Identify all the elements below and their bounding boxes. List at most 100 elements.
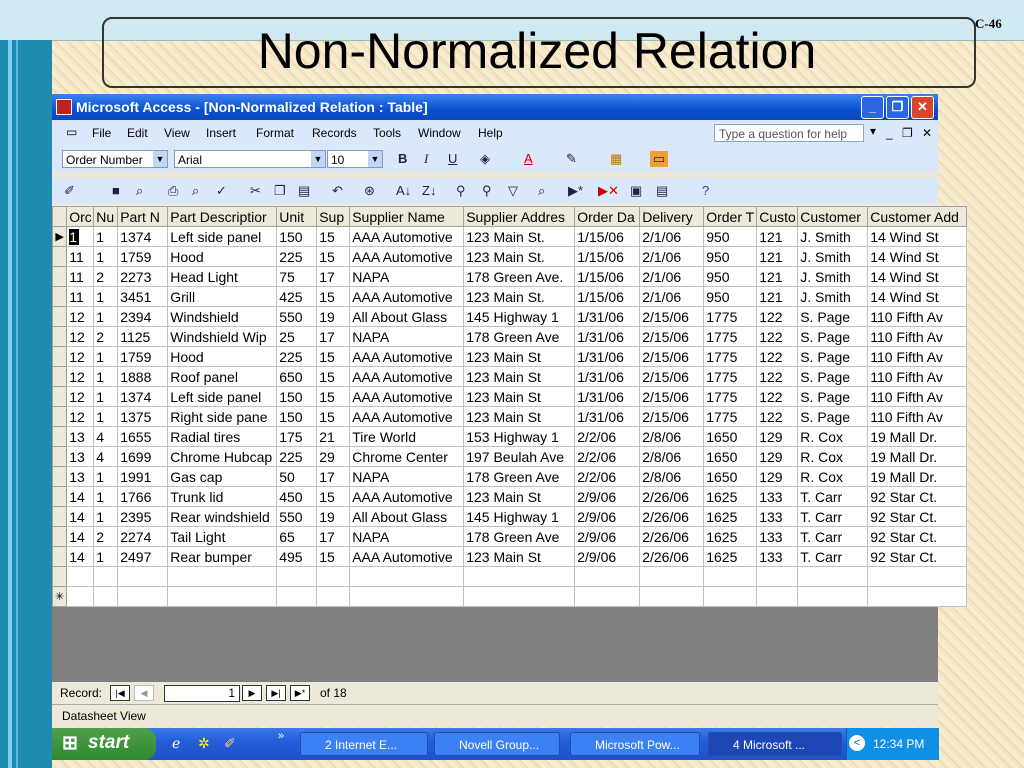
- column-header[interactable]: Supplier Addres: [463, 206, 576, 227]
- table-cell[interactable]: [93, 586, 119, 607]
- menu-edit[interactable]: Edit: [127, 126, 148, 140]
- table-cell[interactable]: Radial tires: [167, 426, 278, 447]
- table-cell[interactable]: 122: [756, 306, 799, 327]
- table-cell[interactable]: 123 Main St: [463, 546, 576, 567]
- table-cell[interactable]: [867, 566, 968, 587]
- table-cell[interactable]: [463, 586, 576, 607]
- table-cell[interactable]: 1: [93, 286, 119, 307]
- table-cell[interactable]: AAA Automotive: [349, 286, 465, 307]
- table-cell[interactable]: 15: [316, 406, 351, 427]
- table-cell[interactable]: AAA Automotive: [349, 246, 465, 267]
- table-cell[interactable]: 121: [756, 266, 799, 287]
- row-selector[interactable]: [51, 266, 68, 287]
- table-cell[interactable]: [349, 566, 465, 587]
- table-cell[interactable]: 1775: [703, 406, 758, 427]
- table-cell[interactable]: 2/2/06: [574, 466, 641, 487]
- table-cell[interactable]: 550: [276, 306, 318, 327]
- column-header[interactable]: Order Da: [574, 206, 641, 227]
- table-cell[interactable]: R. Cox: [797, 446, 869, 467]
- table-cell[interactable]: Head Light: [167, 266, 278, 287]
- table-cell[interactable]: 14 Wind St: [867, 286, 968, 307]
- table-cell[interactable]: R. Cox: [797, 426, 869, 447]
- table-cell[interactable]: 14: [66, 526, 95, 547]
- table-cell[interactable]: S. Page: [797, 386, 869, 407]
- table-cell[interactable]: 2497: [117, 546, 169, 567]
- table-row[interactable]: 14 1 2395 Rear windshield 550 19 All About Gla…: [51, 506, 968, 527]
- table-cell[interactable]: 2/9/06: [574, 506, 641, 527]
- table-cell[interactable]: 15: [316, 546, 351, 567]
- row-selector[interactable]: [51, 246, 68, 267]
- cut-icon[interactable]: ✂: [250, 183, 261, 199]
- table-cell[interactable]: 1655: [117, 426, 169, 447]
- new-record-nav-icon[interactable]: ▶*: [290, 685, 310, 701]
- menu-window[interactable]: Window: [418, 126, 461, 140]
- table-cell[interactable]: Rear bumper: [167, 546, 278, 567]
- table-cell[interactable]: 122: [756, 406, 799, 427]
- table-cell[interactable]: 12: [66, 366, 95, 387]
- table-cell[interactable]: 1650: [703, 426, 758, 447]
- table-cell[interactable]: 133: [756, 506, 799, 527]
- table-cell[interactable]: [93, 566, 119, 587]
- menu-view[interactable]: View: [164, 126, 190, 140]
- table-cell[interactable]: 121: [756, 226, 799, 247]
- table-cell[interactable]: 1766: [117, 486, 169, 507]
- table-cell[interactable]: All About Glass: [349, 506, 465, 527]
- table-cell[interactable]: 2/26/06: [639, 526, 705, 547]
- table-cell[interactable]: 1650: [703, 446, 758, 467]
- table-cell[interactable]: J. Smith: [797, 246, 869, 267]
- taskbar-item-microsoft[interactable]: 4 Microsoft ...: [708, 732, 842, 756]
- table-cell[interactable]: 225: [276, 246, 318, 267]
- ie-quicklaunch-icon[interactable]: ℯ: [172, 735, 180, 752]
- field-combo[interactable]: Order Number ▼: [62, 150, 168, 168]
- table-cell[interactable]: 2/8/06: [639, 466, 705, 487]
- minimize-icon[interactable]: _: [861, 96, 884, 119]
- table-cell[interactable]: 1125: [117, 326, 169, 347]
- row-selector[interactable]: [51, 366, 68, 387]
- previous-record-icon[interactable]: ◀: [134, 685, 154, 701]
- table-cell[interactable]: 123 Main St.: [463, 226, 576, 247]
- table-cell[interactable]: 2/15/06: [639, 386, 705, 407]
- table-cell[interactable]: 14 Wind St: [867, 246, 968, 267]
- table-cell[interactable]: 1/15/06: [574, 246, 641, 267]
- table-cell[interactable]: [756, 566, 799, 587]
- undo-icon[interactable]: ↶: [332, 183, 343, 199]
- table-cell[interactable]: 129: [756, 466, 799, 487]
- table-cell[interactable]: NAPA: [349, 266, 465, 287]
- table-cell[interactable]: 123 Main St: [463, 406, 576, 427]
- table-cell[interactable]: S. Page: [797, 306, 869, 327]
- current-record-input[interactable]: 1: [164, 685, 240, 702]
- sort-ascending-icon[interactable]: A↓: [396, 183, 411, 198]
- table-cell[interactable]: [167, 586, 278, 607]
- table-cell[interactable]: 1/31/06: [574, 306, 641, 327]
- table-cell[interactable]: 12: [66, 386, 95, 407]
- table-cell[interactable]: Tail Light: [167, 526, 278, 547]
- table-cell[interactable]: 175: [276, 426, 318, 447]
- table-cell[interactable]: 14 Wind St: [867, 226, 968, 247]
- table-cell[interactable]: 129: [756, 426, 799, 447]
- row-selector[interactable]: [51, 386, 68, 407]
- table-cell[interactable]: 1: [93, 486, 119, 507]
- table-cell[interactable]: Left side panel: [167, 386, 278, 407]
- table-cell[interactable]: T. Carr: [797, 526, 869, 547]
- column-header[interactable]: Part Descriptior: [167, 206, 278, 227]
- table-cell[interactable]: 2273: [117, 266, 169, 287]
- table-cell[interactable]: 65: [276, 526, 318, 547]
- italic-icon[interactable]: I: [424, 151, 428, 167]
- table-cell[interactable]: 1: [93, 246, 119, 267]
- help-dropdown-icon[interactable]: ▾: [870, 124, 876, 138]
- table-cell[interactable]: 1: [93, 546, 119, 567]
- table-cell[interactable]: 2: [93, 326, 119, 347]
- table-cell[interactable]: 2: [93, 526, 119, 547]
- table-cell[interactable]: 92 Star Ct.: [867, 526, 968, 547]
- doc-close-icon[interactable]: ✕: [922, 126, 932, 140]
- table-cell[interactable]: 2/1/06: [639, 246, 705, 267]
- table-cell[interactable]: 110 Fifth Av: [867, 386, 968, 407]
- table-row[interactable]: 12 1 1374 Left side panel 150 15 AAA Automotiv…: [51, 386, 968, 407]
- taskbar-item-internet[interactable]: 2 Internet E...: [300, 732, 428, 756]
- table-cell[interactable]: Chrome Center: [349, 446, 465, 467]
- font-color-icon[interactable]: A: [524, 151, 533, 166]
- table-cell[interactable]: 15: [316, 286, 351, 307]
- table-row[interactable]: 12 1 2394 Windshield 550 19 All About Glass 145…: [51, 306, 968, 327]
- table-cell[interactable]: 133: [756, 546, 799, 567]
- table-cell[interactable]: 1: [66, 226, 95, 247]
